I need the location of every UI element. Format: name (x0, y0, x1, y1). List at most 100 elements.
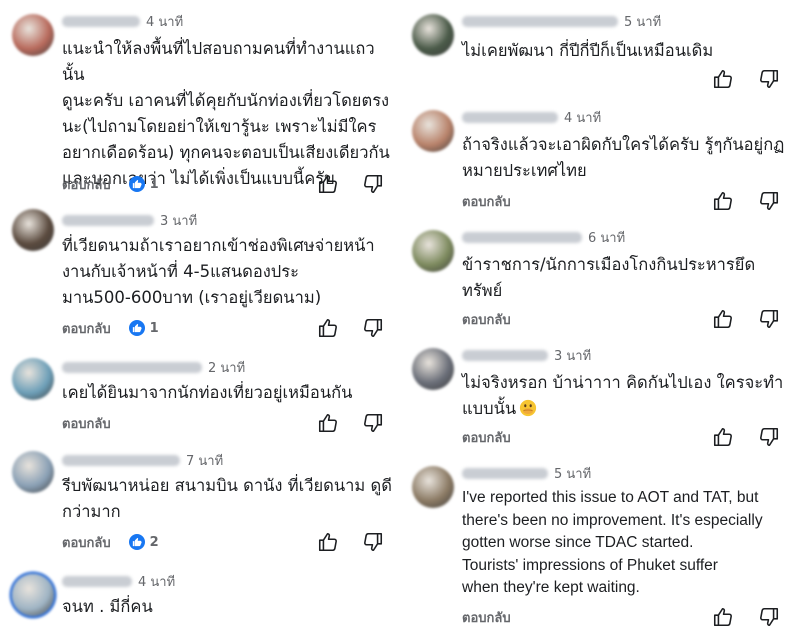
face-with-hand-over-mouth-icon (519, 399, 537, 417)
comments-column-left: 4 นาที แนะนำให้ลงพื้นที่ไปสอบถามคนที่ทำง… (0, 0, 400, 635)
comment-actions: ตอบกลับ (462, 426, 792, 448)
avatar[interactable] (412, 14, 454, 56)
comment-line: กว่ามาก (62, 502, 121, 521)
thumbs-down-icon[interactable] (758, 426, 780, 448)
avatar[interactable] (12, 14, 54, 56)
avatar[interactable] (412, 348, 454, 390)
comment-line: งานกับเจ้าหน้าที่ 4-5แสนดองประ (62, 262, 299, 281)
thumbs-down-icon[interactable] (758, 68, 780, 90)
comment-time: 2 นาที (208, 360, 246, 376)
thumbs-up-icon[interactable] (317, 531, 339, 553)
reaction-summary[interactable]: 2 (128, 534, 159, 550)
author-line: 3 นาที (462, 346, 591, 364)
thumbs-up-icon[interactable] (712, 426, 734, 448)
comment-text: ไม่เคยพัฒนา กี่ปีกี่ปีก็เป็นเหมือนเดิม (462, 38, 792, 64)
comment-time: 4 นาที (564, 110, 602, 126)
avatar[interactable] (12, 574, 54, 616)
thumbs-up-icon[interactable] (712, 308, 734, 330)
reaction-summary[interactable]: 1 (128, 176, 159, 192)
author-name-blurred[interactable] (462, 349, 548, 361)
thumbs-up-icon[interactable] (712, 190, 734, 212)
comment-actions: ตอบกลับ 1 (62, 317, 392, 339)
comment-line: gotten worse since TDAC started. (462, 534, 694, 551)
reaction-count: 2 (149, 534, 159, 550)
comment-line: นะ(ไปถามโดยอย่าให้เขารู้นะ เพราะไม่มีใคร (62, 117, 377, 136)
thumbs-up-icon[interactable] (317, 173, 339, 195)
like-reaction-icon (128, 534, 145, 550)
author-line: 4 นาที (462, 108, 601, 126)
author-line: 3 นาที (62, 211, 197, 229)
avatar[interactable] (412, 466, 454, 508)
author-name-blurred[interactable] (62, 15, 140, 27)
author-name-blurred[interactable] (462, 15, 618, 27)
comment-time: 3 นาที (160, 213, 198, 229)
author-name-blurred[interactable] (462, 111, 558, 123)
comment-text: I've reported this issue to AOT and TAT,… (462, 487, 792, 600)
comment-line: I've reported this issue to AOT and TAT,… (462, 489, 759, 506)
author-line: 7 นาที (62, 451, 223, 469)
comment-line: ดูนะครับ เอาคนที่ได้คุยกับนักท่องเที่ยวโ… (62, 91, 390, 110)
thumbs-up-icon[interactable] (317, 412, 339, 434)
comment-actions (462, 68, 792, 90)
comment-line: when they're kept waiting. (462, 579, 640, 596)
author-line: 4 นาที (62, 12, 183, 30)
reply-button[interactable]: ตอบกลับ (462, 309, 511, 330)
comment-text: ที่เวียดนามถ้าเราอยากเข้าช่องพิเศษจ่ายหน… (62, 233, 397, 311)
reply-button[interactable]: ตอบกลับ (62, 318, 111, 339)
thumbs-up-icon[interactable] (317, 317, 339, 339)
reply-button[interactable]: ตอบกลับ (62, 174, 111, 195)
comment-line: เคยได้ยินมาจากนักท่องเที่ยวอยู่เหมือนกัน (62, 383, 353, 402)
author-line: 2 นาที (62, 358, 245, 376)
comment-line: แบบนั้น (462, 399, 517, 418)
comment-time: 7 นาที (186, 453, 224, 469)
avatar[interactable] (12, 451, 54, 493)
comment-time: 3 นาที (554, 348, 592, 364)
reply-button[interactable]: ตอบกลับ (462, 191, 511, 212)
thumbs-down-icon[interactable] (758, 190, 780, 212)
thumbs-up-icon[interactable] (712, 606, 734, 628)
comment-line: ที่เวียดนามถ้าเราอยากเข้าช่องพิเศษจ่ายหน… (62, 236, 375, 255)
thumbs-down-icon[interactable] (362, 317, 384, 339)
avatar[interactable] (412, 110, 454, 152)
comment-text: ถ้าจริงแล้วจะเอาผิดกับใครได้ครับ รู้ๆกัน… (462, 132, 792, 184)
author-name-blurred[interactable] (62, 454, 180, 466)
comment-line: Tourists' impressions of Phuket suffer (462, 556, 718, 574)
comment-time: 6 นาที (588, 230, 626, 246)
comment-line: ไม่เคยพัฒนา กี่ปีกี่ปีก็เป็นเหมือนเดิม (462, 41, 714, 60)
thumbs-down-icon[interactable] (758, 606, 780, 628)
author-name-blurred[interactable] (462, 467, 548, 479)
comment-text: ไม่จริงหรอก บ้าน่าาาา คิดกันไปเอง ใครจะท… (462, 370, 792, 422)
comment-text: แนะนำให้ลงพื้นที่ไปสอบถามคนที่ทำงานแถวนั… (62, 36, 397, 192)
thumbs-up-icon[interactable] (712, 68, 734, 90)
author-name-blurred[interactable] (62, 575, 132, 587)
author-name-blurred[interactable] (62, 214, 154, 226)
author-line: 5 นาที (462, 12, 661, 30)
comment-text: เคยได้ยินมาจากนักท่องเที่ยวอยู่เหมือนกัน (62, 380, 397, 406)
author-line: 5 นาที (462, 464, 591, 482)
comment-actions: ตอบกลับ (462, 308, 792, 330)
avatar[interactable] (12, 358, 54, 400)
thumbs-down-icon[interactable] (362, 412, 384, 434)
like-reaction-icon (128, 176, 145, 192)
thumbs-down-icon[interactable] (362, 173, 384, 195)
reaction-summary[interactable]: 1 (128, 320, 159, 336)
comment-actions: ตอบกลับ (462, 606, 792, 628)
comment-text: รีบพัฒนาหน่อย สนามบิน ดานัง ที่เวียดนาม … (62, 473, 397, 525)
comment-text: ข้าราชการ/นักการเมืองโกงกินประหารยึด ทรั… (462, 252, 792, 304)
reply-button[interactable]: ตอบกลับ (62, 532, 111, 553)
comment-line: จนท . มีกี่คน (62, 597, 153, 616)
reply-button[interactable]: ตอบกลับ (462, 607, 511, 628)
author-line: 6 นาที (462, 228, 625, 246)
author-name-blurred[interactable] (62, 361, 202, 373)
avatar[interactable] (12, 209, 54, 251)
comment-line: หมายประเทศไทย (462, 161, 587, 180)
author-name-blurred[interactable] (462, 231, 582, 243)
comment-actions: ตอบกลับ (462, 190, 792, 212)
thumbs-down-icon[interactable] (362, 531, 384, 553)
comment-actions: ตอบกลับ 1 (62, 173, 392, 195)
reply-button[interactable]: ตอบกลับ (62, 413, 111, 434)
thumbs-down-icon[interactable] (758, 308, 780, 330)
reply-button[interactable]: ตอบกลับ (462, 427, 511, 448)
avatar[interactable] (412, 230, 454, 272)
author-line: 4 นาที (62, 572, 175, 590)
